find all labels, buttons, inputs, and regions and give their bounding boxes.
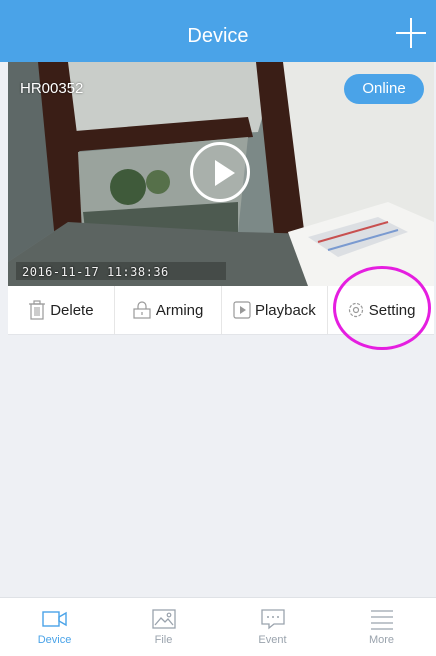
playback-label: Playback (254, 301, 316, 319)
lock-icon (133, 301, 151, 319)
video-timestamp: 2016-11-17 11:38:36 (22, 265, 169, 279)
page-title: Device (187, 25, 249, 47)
delete-button[interactable]: Delete (8, 286, 115, 334)
arming-label: Arming (155, 301, 204, 319)
image-icon (151, 609, 176, 629)
bottom-tab-bar: Device File Event More (0, 597, 436, 656)
tab-device[interactable]: Device (0, 598, 109, 656)
chat-icon (260, 609, 285, 630)
playback-button[interactable]: Playback (222, 286, 329, 334)
app-header: Device (0, 0, 436, 62)
camera-icon (41, 611, 67, 627)
arming-button[interactable]: Arming (115, 286, 222, 334)
device-id-label: HR00352 (20, 80, 84, 97)
play-icon (215, 160, 235, 186)
tab-file-label: File (154, 634, 173, 646)
tab-more[interactable]: More (327, 598, 436, 656)
trash-icon (29, 300, 46, 320)
playback-icon (233, 301, 251, 319)
camera-preview[interactable]: HR00352 Online 2016-11-17 11:38:36 (8, 62, 434, 286)
list-icon (370, 610, 393, 630)
add-device-icon[interactable] (396, 18, 426, 48)
tab-event[interactable]: Event (218, 598, 327, 656)
device-list-area (8, 335, 434, 595)
delete-label: Delete (50, 301, 94, 319)
tab-device-label: Device (37, 634, 72, 646)
tab-file[interactable]: File (109, 598, 218, 656)
online-status-badge: Online (344, 74, 424, 104)
tab-more-label: More (368, 634, 395, 646)
play-button[interactable] (190, 142, 250, 202)
tab-event-label: Event (258, 634, 287, 646)
